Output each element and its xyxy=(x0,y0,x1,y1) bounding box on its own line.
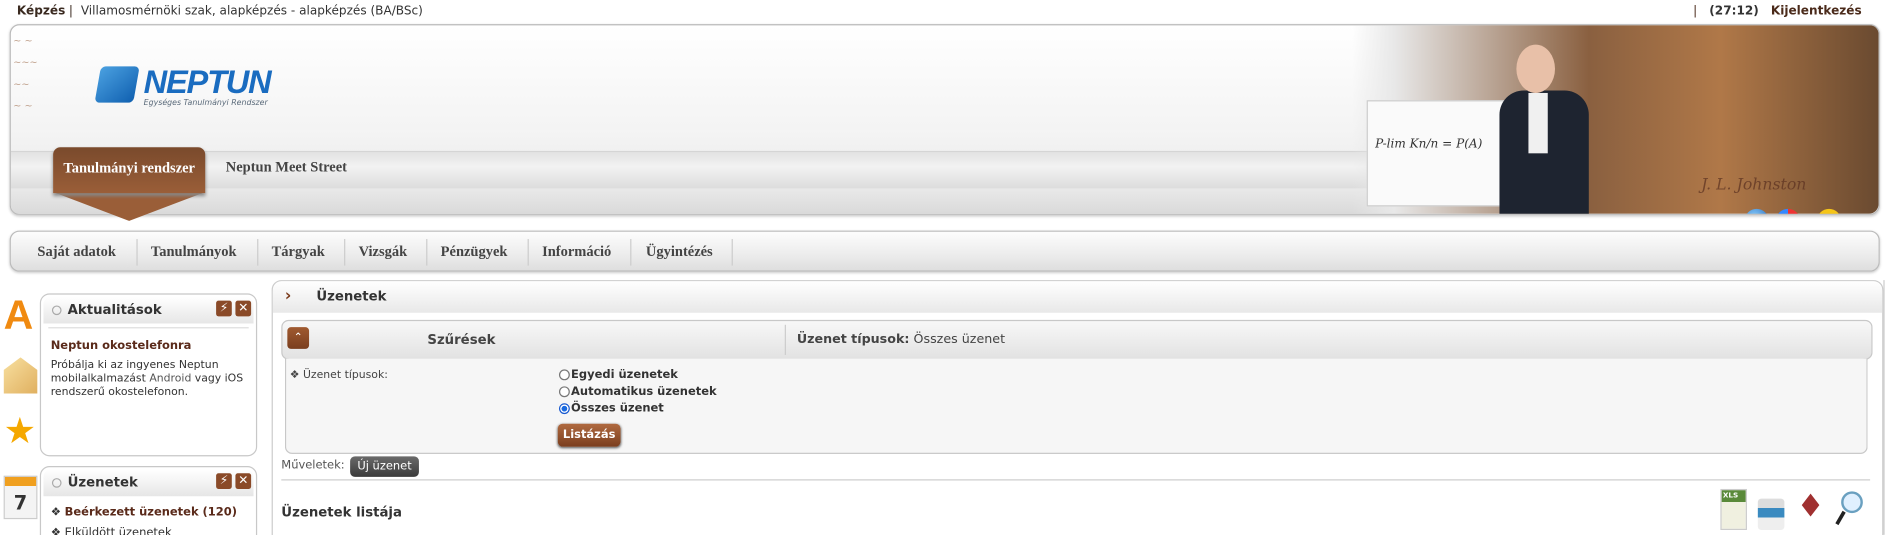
session-timer: (27:12) xyxy=(1709,4,1759,19)
presenter-image xyxy=(1490,44,1589,214)
filter-body: ❖ Üzenet típusok: Egyedi üzenetek Automa… xyxy=(284,358,1868,454)
handwriting-decoration: ~ ~ ~~~ ~~ ~ ~ xyxy=(13,35,38,112)
session-bar: | (27:12) Kijelentkezés xyxy=(1693,4,1862,19)
program-info: Képzés | Villamosmérnöki szak, alapképzés… xyxy=(16,4,423,19)
envelope-icon[interactable] xyxy=(3,357,38,394)
new-message-button[interactable]: Új üzenet xyxy=(350,456,419,477)
logo-mark-icon xyxy=(94,66,140,103)
menu-penzugyek[interactable]: Pénzügyek xyxy=(441,243,508,261)
menu-vizsgak[interactable]: Vizsgák xyxy=(359,243,408,261)
tab-neptun-meet-street[interactable]: Neptun Meet Street xyxy=(226,158,347,176)
operations-label: Műveletek: xyxy=(281,458,345,473)
list-title: Üzenetek listája xyxy=(281,504,402,521)
calendar-icon[interactable]: 7 xyxy=(3,475,38,520)
news-panel: Aktualitások ⚡ ✕ Neptun okostelefonra Pró… xyxy=(39,293,258,457)
neptun-logo[interactable]: NEPTUN Egységes Tanulmányi Rendszer xyxy=(94,64,272,107)
list-button[interactable]: Listázás xyxy=(557,423,621,447)
news-panel-title: Aktualitások xyxy=(67,301,162,318)
page-title: Üzenetek xyxy=(316,288,387,305)
main-menu: Saját adatok Tanulmányok Tárgyak Vizsgák… xyxy=(9,230,1880,272)
android-link[interactable]: Android xyxy=(149,373,191,385)
filter-summary: Üzenet típusok: Összes üzenet xyxy=(796,332,1006,347)
filter-header[interactable]: ⌃ Szűrések Üzenet típusok: Összes üzenet xyxy=(281,319,1873,360)
menu-informacio[interactable]: Információ xyxy=(542,243,611,261)
program-label: Képzés xyxy=(16,4,66,19)
close-icon[interactable]: ✕ xyxy=(235,473,252,489)
collapse-icon[interactable]: ⌃ xyxy=(287,327,310,349)
messages-panel-title: Üzenetek xyxy=(67,474,138,491)
header-banner: ~ ~ ~~~ ~~ ~ ~ NEPTUN Egységes Tanulmányi R… xyxy=(9,24,1880,215)
radio-osszes[interactable]: Összes üzenet xyxy=(558,402,664,415)
inbox-link[interactable]: ❖ Beérkezett üzenetek (120) xyxy=(51,506,247,519)
sent-link[interactable]: ❖ Elküldött üzenetek xyxy=(51,526,247,535)
letter-a-icon[interactable]: A xyxy=(4,292,38,338)
xls-export-icon[interactable]: XLS xyxy=(1720,488,1747,531)
program-value: Villamosmérnöki szak, alapképzés - alapk… xyxy=(80,4,423,19)
scrollbar[interactable] xyxy=(1883,280,1885,535)
radio-egyedi[interactable]: Egyedi üzenetek xyxy=(558,368,678,382)
radio-automatikus[interactable]: Automatikus üzenetek xyxy=(558,385,717,398)
star-icon[interactable]: ★ xyxy=(4,410,38,453)
message-type-label: ❖ Üzenet típusok: xyxy=(289,369,388,382)
logout-link[interactable]: Kijelentkezés xyxy=(1771,5,1862,18)
whiteboard: P-lim Kn/n = P(A) xyxy=(1366,100,1510,207)
main-content: › Üzenetek ⌃ Szűrések Üzenet típusok: Öss… xyxy=(271,280,1884,535)
search-icon[interactable] xyxy=(1834,489,1863,530)
print-icon[interactable] xyxy=(1757,498,1785,531)
menu-sajat-adatok[interactable]: Saját adatok xyxy=(37,243,115,261)
refresh-icon[interactable]: ⚡ xyxy=(216,300,232,317)
pin-icon[interactable]: ♦ xyxy=(1796,489,1824,530)
menu-tanulmanyok[interactable]: Tanulmányok xyxy=(151,243,237,261)
chevron-right-icon: › xyxy=(284,287,292,306)
tab-tanulmanyi-rendszer[interactable]: Tanulmányi rendszer xyxy=(53,147,206,194)
menu-ugyintezes[interactable]: Ügyintézés xyxy=(646,243,713,261)
signature: J. L. Johnston xyxy=(1701,176,1807,195)
close-icon[interactable]: ✕ xyxy=(235,300,252,317)
news-item-body: Próbálja ki az ingyenes Neptun mobilalka… xyxy=(50,359,244,399)
news-item-title: Neptun okostelefonra xyxy=(50,339,192,353)
refresh-icon[interactable]: ⚡ xyxy=(216,473,232,489)
menu-targyak[interactable]: Tárgyak xyxy=(272,243,325,261)
messages-panel: Üzenetek ⚡ ✕ ❖ Beérkezett üzenetek (120) … xyxy=(39,466,258,535)
